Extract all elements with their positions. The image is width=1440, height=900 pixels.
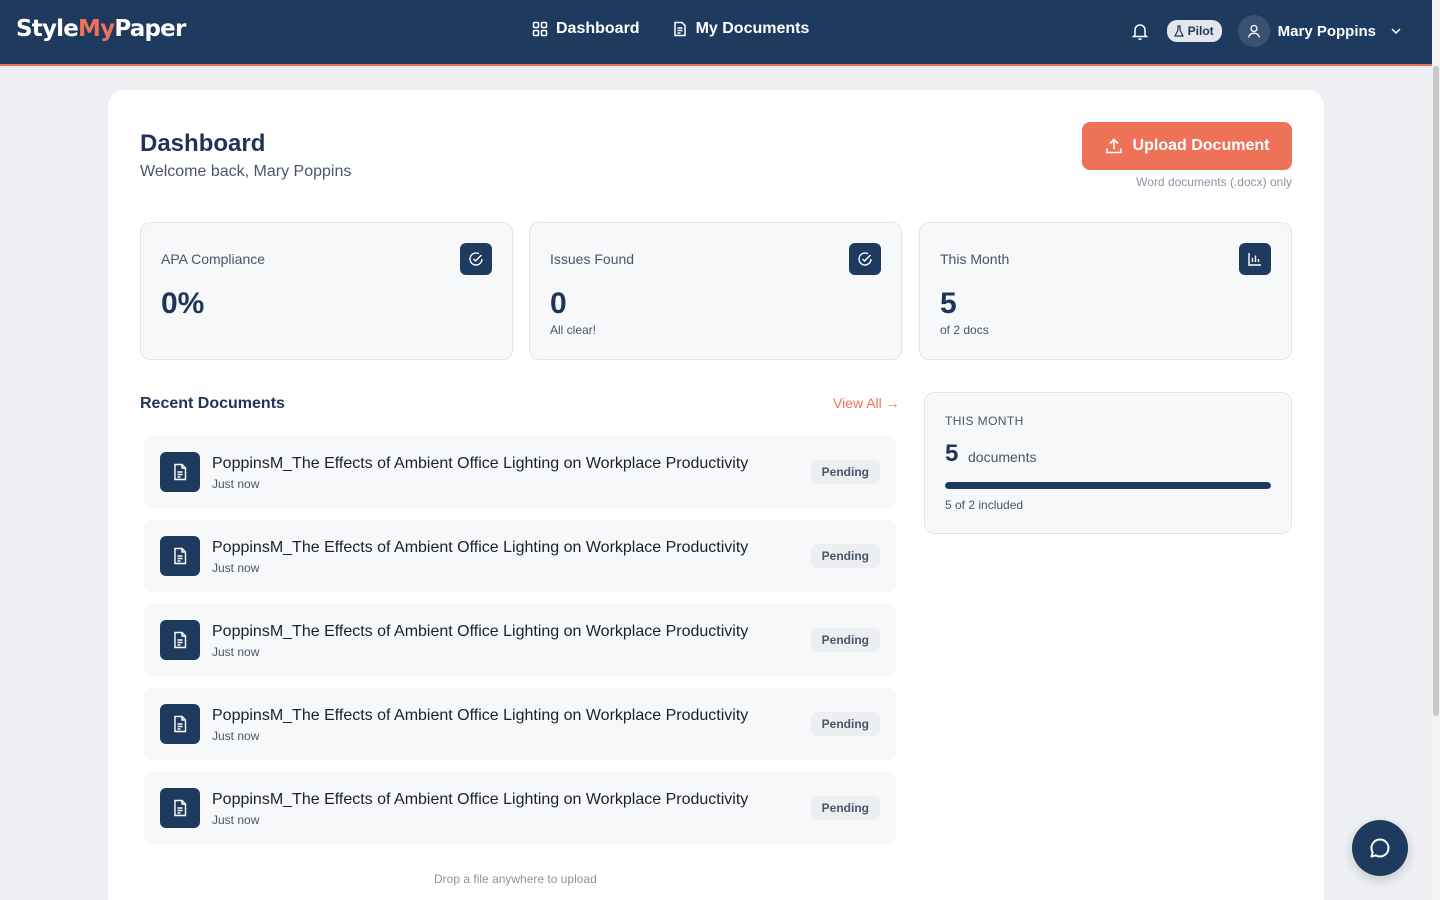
upload-icon [1105,138,1122,154]
list-item[interactable]: PoppinsM_The Effects of Ambient Office L… [144,520,896,592]
monthly-usage-panel: THIS MONTH 5 documents 5 of 2 included [924,392,1292,534]
list-item[interactable]: PoppinsM_The Effects of Ambient Office L… [144,604,896,676]
status-badge: Pending [810,544,880,568]
stat-subtext: All clear! [550,323,597,337]
document-icon [160,620,200,660]
document-icon [160,788,200,828]
main-nav: Dashboard My Documents [532,20,809,38]
user-area: Pilot Mary Poppins [1130,15,1402,47]
nav-dashboard-label: Dashboard [556,20,640,37]
stat-card-issues-found: Issues Found 0 All clear! [529,222,902,360]
user-icon [1247,24,1260,38]
document-icon [160,452,200,492]
stat-value: 0% [161,287,205,320]
status-badge: Pending [810,460,880,484]
document-icon [160,704,200,744]
nav-documents-link[interactable]: My Documents [672,20,810,38]
check-circle-icon [849,243,881,275]
user-name[interactable]: Mary Poppins [1278,23,1376,40]
document-time: Just now [212,477,260,491]
list-item[interactable]: PoppinsM_The Effects of Ambient Office L… [144,772,896,844]
grid-icon [532,21,548,37]
nav-dashboard-link[interactable]: Dashboard [532,20,640,38]
document-name: PoppinsM_The Effects of Ambient Office L… [212,623,749,640]
top-navbar: StyleMyPaper Dashboard My Documents Pilo… [0,0,1432,66]
bar-chart-icon [1239,243,1271,275]
pilot-badge: Pilot [1166,20,1222,42]
upload-button-label: Upload Document [1132,137,1270,154]
monthly-usage-included: 5 of 2 included [945,498,1024,512]
scrollbar-thumb[interactable] [1433,66,1439,716]
upload-document-button[interactable]: Upload Document [1082,122,1292,170]
document-time: Just now [212,729,260,743]
nav-documents-label: My Documents [695,20,810,37]
document-name: PoppinsM_The Effects of Ambient Office L… [212,455,749,472]
flask-icon [1173,25,1184,37]
recent-documents-title: Recent Documents [140,395,285,412]
bell-icon[interactable] [1130,21,1150,41]
document-name: PoppinsM_The Effects of Ambient Office L… [212,539,749,556]
monthly-usage-label: THIS MONTH [945,414,1024,428]
monthly-usage-count: 5 [945,440,959,467]
status-badge: Pending [810,712,880,736]
usage-progress-bar [945,482,1271,489]
status-badge: Pending [810,628,880,652]
drop-zone-hint: Drop a file anywhere to upload [434,872,597,886]
list-item[interactable]: PoppinsM_The Effects of Ambient Office L… [144,688,896,760]
welcome-message: Welcome back, Mary Poppins [140,163,352,180]
document-name: PoppinsM_The Effects of Ambient Office L… [212,791,749,808]
stat-card-apa-compliance: APA Compliance 0% [140,222,513,360]
check-circle-icon [460,243,492,275]
monthly-usage-unit: documents [968,449,1037,465]
document-time: Just now [212,561,260,575]
avatar[interactable] [1237,15,1270,47]
pilot-badge-label: Pilot [1187,24,1214,38]
recent-documents-list: PoppinsM_The Effects of Ambient Office L… [144,436,896,856]
stat-subtext: of 2 docs [940,323,989,337]
page-title: Dashboard [140,130,266,157]
stat-label: APA Compliance [161,251,266,267]
upload-file-type-note: Word documents (.docx) only [1136,175,1292,189]
chevron-down-icon[interactable] [1390,25,1402,37]
chat-bubble-icon [1370,838,1390,858]
view-all-link[interactable]: View All → [833,395,900,411]
stat-card-this-month: This Month 5 of 2 docs [919,222,1292,360]
status-badge: Pending [810,796,880,820]
list-item[interactable]: PoppinsM_The Effects of Ambient Office L… [144,436,896,508]
stat-label: This Month [940,251,1010,267]
usage-progress-fill [945,482,1271,489]
stat-label: Issues Found [550,251,635,267]
document-icon [160,536,200,576]
document-time: Just now [212,645,260,659]
scrollbar[interactable] [1432,0,1440,900]
document-name: PoppinsM_The Effects of Ambient Office L… [212,707,749,724]
chat-button[interactable] [1352,820,1408,876]
stat-value: 0 [550,287,567,320]
brand-logo[interactable]: StyleMyPaper [16,16,186,42]
stat-value: 5 [940,287,957,320]
dashboard-card: Dashboard Welcome back, Mary Poppins Upl… [108,90,1324,900]
document-time: Just now [212,813,260,827]
document-icon [673,21,686,37]
